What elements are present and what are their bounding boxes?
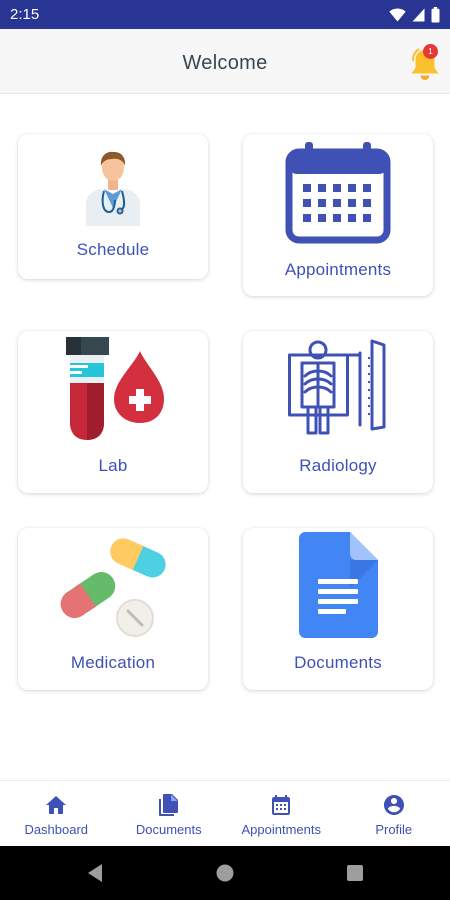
wifi-icon bbox=[389, 7, 406, 21]
recents-icon[interactable] bbox=[345, 863, 365, 883]
xray-icon bbox=[288, 339, 386, 435]
home-button-icon[interactable] bbox=[215, 863, 235, 883]
document-icon bbox=[299, 532, 378, 638]
doctor-icon bbox=[86, 151, 140, 226]
tile-label: Schedule bbox=[76, 240, 150, 259]
pills-icon bbox=[60, 538, 166, 637]
home-icon bbox=[46, 796, 67, 814]
notification-button[interactable]: 1 bbox=[406, 43, 446, 83]
tile-label: Documents bbox=[294, 653, 382, 672]
nav-dashboard[interactable]: Dashboard bbox=[0, 781, 113, 846]
bottom-navigation: Dashboard Documents Appointments Profile bbox=[0, 780, 450, 846]
appointments-tile[interactable]: Appointments bbox=[243, 134, 433, 296]
back-icon[interactable] bbox=[86, 863, 104, 883]
signal-icon bbox=[412, 8, 425, 21]
nav-label: Documents bbox=[135, 822, 202, 837]
nav-label: Dashboard bbox=[24, 822, 89, 837]
radiology-tile[interactable]: Radiology bbox=[243, 331, 433, 493]
nav-label: Profile bbox=[375, 822, 413, 837]
nav-documents[interactable]: Documents bbox=[113, 781, 226, 846]
status-bar: 2:15 bbox=[0, 0, 450, 29]
tile-label: Radiology bbox=[299, 456, 377, 475]
tile-label: Lab bbox=[98, 456, 128, 475]
lab-tile[interactable]: Lab bbox=[18, 331, 208, 493]
medication-tile[interactable]: Medication bbox=[18, 528, 208, 690]
tile-label: Medication bbox=[70, 653, 156, 672]
test-tube-blood-icon bbox=[66, 337, 164, 440]
system-navigation-bar bbox=[0, 846, 450, 900]
calendar-icon bbox=[272, 795, 291, 815]
page-title: Welcome bbox=[182, 52, 268, 74]
calendar-icon bbox=[285, 142, 391, 244]
profile-icon bbox=[383, 795, 404, 815]
nav-profile[interactable]: Profile bbox=[338, 781, 450, 846]
status-icons bbox=[389, 6, 440, 23]
tile-label: Appointments bbox=[284, 260, 392, 279]
status-time: 2:15 bbox=[10, 6, 40, 23]
nav-appointments[interactable]: Appointments bbox=[225, 781, 338, 846]
nav-label: Appointments bbox=[241, 822, 322, 837]
notification-badge: 1 bbox=[423, 44, 438, 59]
documents-icon bbox=[158, 794, 178, 816]
documents-tile[interactable]: Documents bbox=[243, 528, 433, 690]
schedule-tile[interactable]: Schedule bbox=[18, 134, 208, 279]
battery-icon bbox=[431, 6, 440, 22]
app-bar: Welcome 1 bbox=[0, 29, 450, 94]
